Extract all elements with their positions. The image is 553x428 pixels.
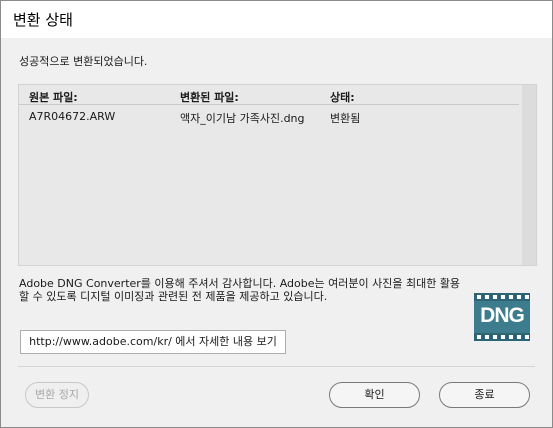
- ok-button[interactable]: 확인: [329, 382, 420, 408]
- conversion-status-dialog: 변환 상태 성공적으로 변환되었습니다. 원본 파일: 변환된 파일: 상태: …: [0, 0, 553, 428]
- header-converted-file: 변환된 파일:: [180, 91, 239, 104]
- title-bar[interactable]: 변환 상태: [1, 1, 552, 38]
- vertical-scrollbar[interactable]: [522, 85, 536, 265]
- dng-logo-text: DNG: [480, 304, 525, 327]
- conversion-table: 원본 파일: 변환된 파일: 상태: A7R04672.ARW 액자_이기남 가…: [18, 84, 537, 266]
- film-strip-bottom: [474, 333, 530, 341]
- film-strip-top: [474, 293, 530, 301]
- cell-original-file: A7R04672.ARW: [29, 110, 116, 123]
- window-title: 변환 상태: [13, 11, 73, 29]
- exit-button[interactable]: 종료: [439, 382, 530, 408]
- dng-logo: DNG: [474, 293, 530, 341]
- footer-divider: [18, 366, 535, 367]
- header-state: 상태:: [330, 91, 355, 104]
- header-original-file: 원본 파일:: [29, 91, 78, 104]
- status-message: 성공적으로 변환되었습니다.: [19, 55, 148, 68]
- thank-you-message: Adobe DNG Converter를 이용해 주셔서 감사합니다. Adob…: [19, 277, 461, 303]
- stop-conversion-button[interactable]: 변환 정지: [25, 382, 89, 408]
- cell-converted-file: 액자_이기남 가족사진.dng: [180, 112, 305, 125]
- cell-state: 변환됨: [330, 112, 361, 125]
- header-divider: [19, 104, 519, 105]
- adobe-website-link-button[interactable]: http://www.adobe.com/kr/ 에서 자세한 내용 보기: [20, 330, 286, 354]
